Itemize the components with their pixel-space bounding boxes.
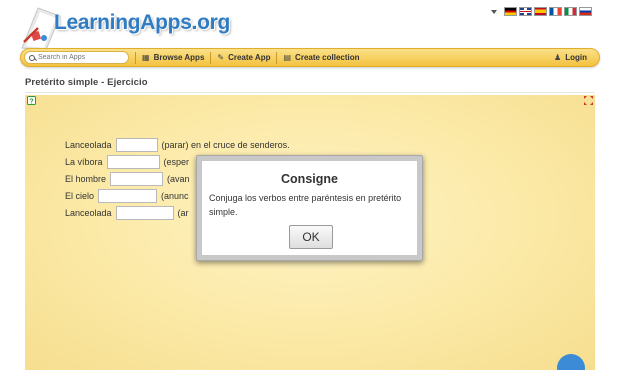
login-label: Login	[565, 53, 587, 62]
language-selector[interactable]	[491, 7, 592, 16]
flag-fr-icon[interactable]	[549, 7, 562, 16]
search-input[interactable]	[35, 54, 125, 61]
nav-divider	[276, 51, 278, 64]
exercise-line-2: La víbora (esper	[65, 155, 189, 169]
nav-divider	[210, 51, 212, 64]
create-collection-label: Create collection	[295, 53, 360, 62]
flag-it-icon[interactable]	[564, 7, 577, 16]
line-1-before: Lanceolada	[65, 140, 112, 150]
browse-apps-label: Browse Apps	[153, 53, 205, 62]
line-5-after: (ar	[177, 208, 189, 218]
page-title: Pretérito simple - Ejercicio	[25, 77, 148, 88]
svg-text:?: ?	[29, 99, 33, 106]
exercise-line-5: Lanceolada (ar	[65, 206, 189, 220]
ok-button[interactable]: OK	[289, 225, 333, 249]
site-logo[interactable]: LearningApps.org	[18, 0, 231, 52]
create-app-link[interactable]: ✎ Create App	[217, 53, 270, 62]
answer-input-2[interactable]	[106, 155, 160, 169]
dialog-content: Consigne Conjuga los verbos entre parént…	[202, 161, 417, 255]
user-icon: ♟	[554, 53, 562, 62]
flag-de-icon[interactable]	[504, 7, 517, 16]
line-1-after: (parar) en el cruce de senderos.	[161, 140, 290, 150]
flag-es-icon[interactable]	[534, 7, 547, 16]
main-nav: ▦ Browse Apps ✎ Create App ▤ Create coll…	[20, 48, 600, 67]
answer-input-4[interactable]	[98, 189, 158, 203]
collection-icon: ▤	[283, 53, 292, 62]
help-icon[interactable]: ?	[27, 96, 37, 106]
nav-divider	[135, 51, 136, 64]
pencil-icon: ✎	[217, 53, 225, 62]
line-5-before: Lanceolada	[65, 208, 112, 218]
answer-input-5[interactable]	[115, 206, 174, 220]
create-collection-link[interactable]: ▤ Create collection	[283, 53, 359, 62]
line-4-before: El cielo	[65, 191, 95, 201]
create-app-label: Create App	[228, 53, 271, 62]
browse-apps-link[interactable]: ▦ Browse Apps	[142, 53, 204, 62]
flag-ru-icon[interactable]	[579, 7, 592, 16]
exercise-line-3: El hombre (avan	[65, 172, 190, 186]
page-root: LearningApps.org ▦ Browse Apps ✎ Create …	[0, 0, 620, 370]
logo-text: LearningApps.org	[54, 11, 231, 34]
search-box[interactable]	[24, 51, 129, 64]
answer-input-3[interactable]	[110, 172, 164, 186]
line-2-before: La víbora	[65, 157, 103, 167]
line-2-after: (esper	[163, 157, 190, 167]
caret-down-icon[interactable]	[491, 9, 497, 14]
line-3-after: (avan	[167, 174, 190, 184]
grid-icon: ▦	[142, 53, 150, 62]
fullscreen-icon[interactable]	[584, 96, 593, 105]
line-3-before: El hombre	[65, 174, 107, 184]
instructions-dialog: Consigne Conjuga los verbos entre parént…	[196, 155, 423, 261]
app-action-button[interactable]	[557, 354, 585, 370]
dialog-title: Consigne	[281, 172, 338, 186]
flag-gb-icon[interactable]	[519, 7, 532, 16]
answer-input-1[interactable]	[115, 138, 158, 152]
line-4-after: (anunc	[161, 191, 189, 201]
dialog-message: Conjuga los verbos entre paréntesis en p…	[209, 193, 402, 217]
exercise-line-4: El cielo (anunc	[65, 189, 189, 203]
login-link[interactable]: ♟ Login	[554, 53, 587, 62]
title-divider	[25, 92, 595, 93]
exercise-line-1: Lanceolada (parar) en el cruce de sender…	[65, 138, 290, 152]
search-icon	[29, 54, 35, 61]
